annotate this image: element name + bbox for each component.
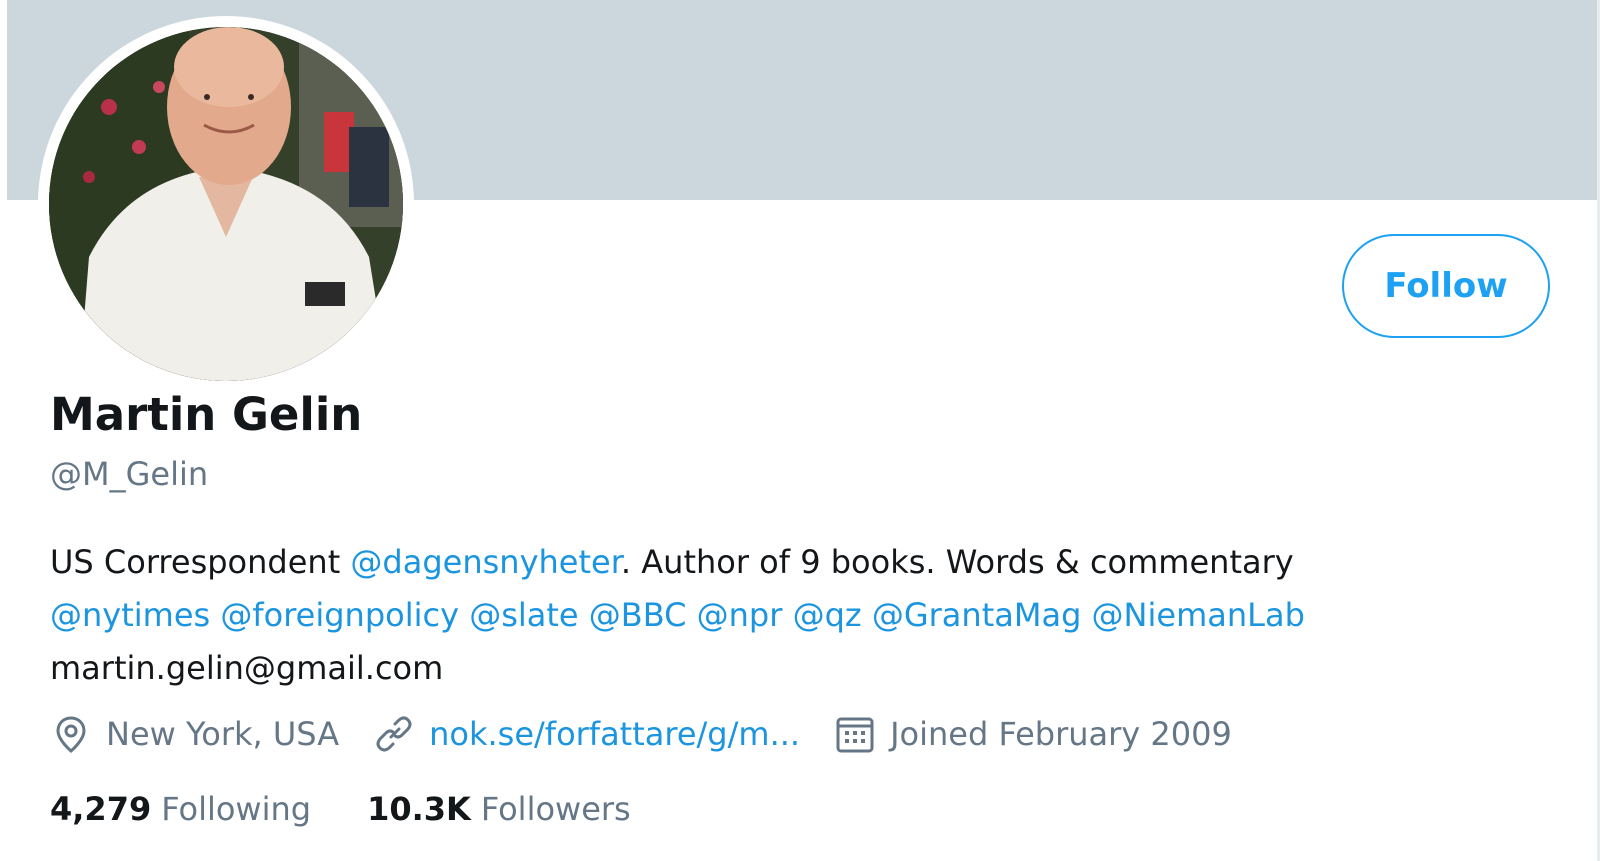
mention-link[interactable]: @foreignpolicy	[220, 596, 459, 634]
website-item[interactable]: nok.se/forfattare/g/m...	[373, 713, 800, 755]
mention-link[interactable]: @BBC	[589, 596, 687, 634]
location-pin-icon	[50, 713, 92, 755]
mention-link[interactable]: @NiemanLab	[1092, 596, 1305, 634]
location-text: New York, USA	[106, 715, 340, 753]
bio-line-2: @nytimes @foreignpolicy @slate @BBC @npr…	[50, 589, 1530, 642]
mention-link[interactable]: @GrantaMag	[872, 596, 1082, 634]
page-edge	[0, 0, 7, 861]
profile-bio: US Correspondent @dagensnyheter. Author …	[50, 536, 1530, 695]
bio-line-1: US Correspondent @dagensnyheter. Author …	[50, 536, 1530, 589]
website-link[interactable]: nok.se/forfattare/g/m...	[429, 715, 800, 753]
profile-meta: New York, USA nok.se/forfattare/g/m... J…	[50, 710, 1266, 758]
bio-text: US Correspondent	[50, 543, 351, 581]
joined-text: Joined February 2009	[890, 715, 1232, 753]
avatar[interactable]	[49, 27, 403, 381]
joined-item: Joined February 2009	[834, 713, 1232, 755]
mention-link[interactable]: @npr	[697, 596, 783, 634]
link-icon	[373, 713, 415, 755]
profile-stats: 4,279 Following 10.3K Followers	[50, 790, 687, 828]
mention-link[interactable]: @dagensnyheter	[350, 543, 621, 581]
avatar-photo	[49, 27, 403, 381]
followers-stat[interactable]: 10.3K Followers	[367, 790, 631, 828]
bio-email: martin.gelin@gmail.com	[50, 649, 444, 687]
following-label: Following	[161, 790, 312, 828]
mention-link[interactable]: @nytimes	[50, 596, 210, 634]
followers-count: 10.3K	[367, 790, 471, 828]
profile-page: Follow Martin Gelin @M_Gelin US Correspo…	[0, 0, 1600, 861]
follow-button[interactable]: Follow	[1342, 234, 1550, 338]
bio-text: . Author of 9 books. Words & commentary	[620, 543, 1294, 581]
calendar-icon	[834, 713, 876, 755]
mention-link[interactable]: @qz	[793, 596, 862, 634]
profile-handle: @M_Gelin	[50, 455, 209, 493]
profile-name: Martin Gelin	[50, 388, 363, 441]
location-item: New York, USA	[50, 713, 339, 755]
followers-label: Followers	[480, 790, 631, 828]
following-count: 4,279	[50, 790, 152, 828]
mention-link[interactable]: @slate	[469, 596, 578, 634]
following-stat[interactable]: 4,279 Following	[50, 790, 311, 828]
